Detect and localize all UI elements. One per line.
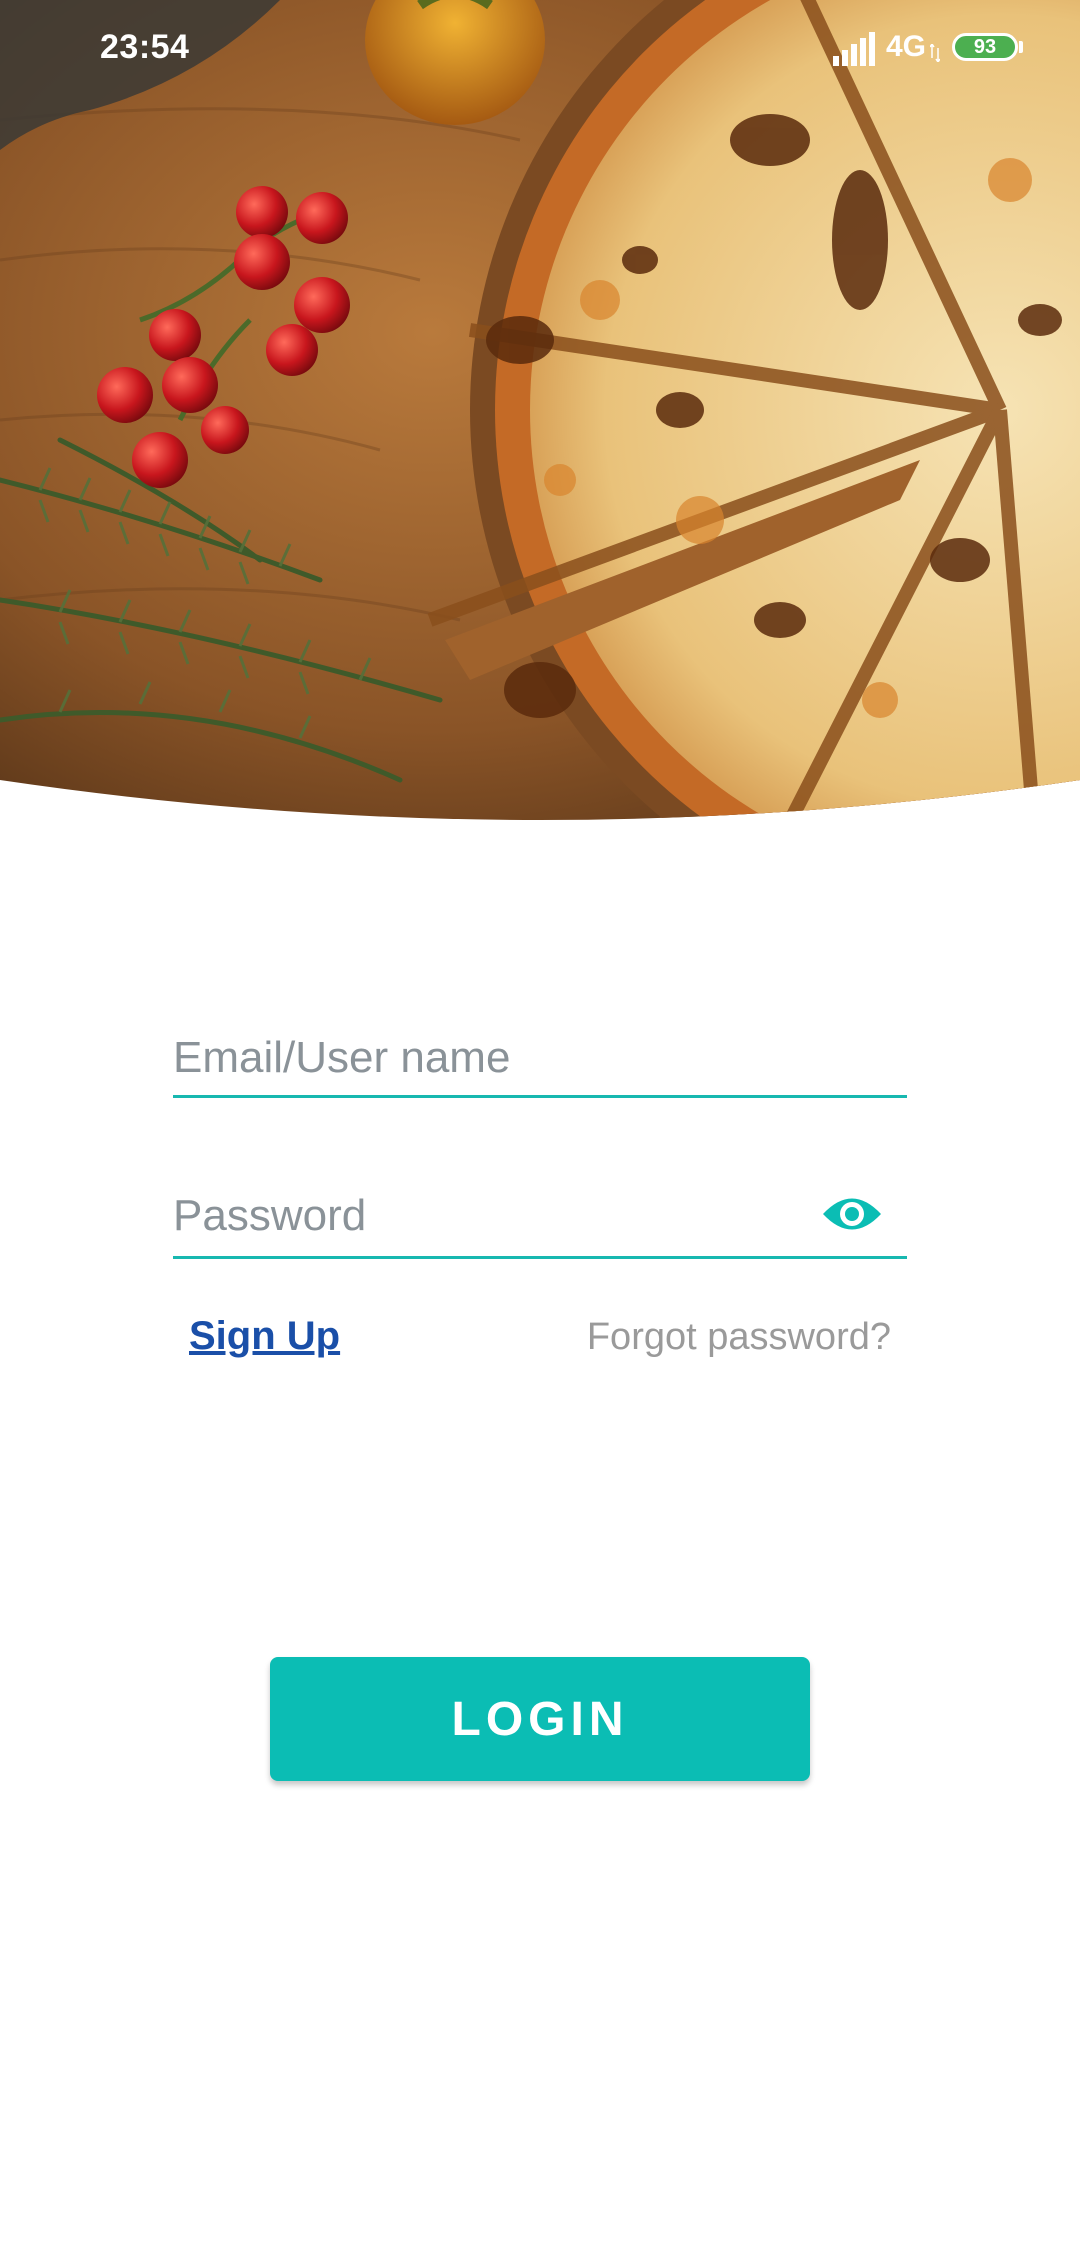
- email-input[interactable]: [173, 1020, 907, 1095]
- battery-icon: 93: [952, 33, 1018, 61]
- network-type: 4G: [886, 30, 927, 63]
- eye-icon[interactable]: [821, 1191, 883, 1237]
- data-activity-icon: [930, 44, 940, 62]
- login-button[interactable]: LOGIN: [270, 1657, 810, 1781]
- hero-image: [0, 0, 1080, 830]
- forgot-password-link[interactable]: Forgot password?: [587, 1316, 891, 1359]
- email-field[interactable]: [173, 1020, 907, 1098]
- password-input[interactable]: [173, 1175, 793, 1256]
- signup-link[interactable]: Sign Up: [189, 1314, 340, 1359]
- password-field[interactable]: [173, 1175, 907, 1259]
- status-bar: 23:54 4G 93: [0, 0, 1080, 96]
- status-time: 23:54: [100, 28, 190, 66]
- battery-tip: [1019, 41, 1023, 53]
- signal-strength-icon: [833, 32, 875, 66]
